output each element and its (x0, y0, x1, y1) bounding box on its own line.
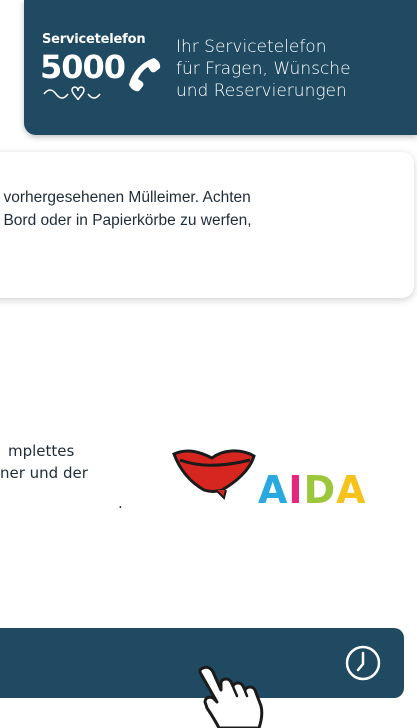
clock-icon[interactable] (343, 643, 383, 683)
info-text: mplettes ner und der . (0, 440, 160, 514)
service-phone-card[interactable]: Servicetelefon 5000 Ihr Servicetelefon f… (24, 0, 417, 135)
notice-card: r vorhergesehenen Mülleimer. Achten r Bo… (0, 152, 414, 298)
phone-icon (129, 58, 161, 92)
service-phone-label: Servicetelefon (42, 32, 146, 47)
service-line-3: und Reservierungen (176, 81, 347, 101)
service-phone-description: Ihr Servicetelefon für Fragen, Wünsche u… (176, 36, 406, 102)
notice-line-1: r vorhergesehenen Mülleimer. Achten (0, 189, 251, 206)
info-line-1: mplettes (8, 442, 75, 460)
heart-wave-icon (43, 86, 101, 101)
logo-letter-i: I (288, 468, 304, 512)
service-line-1: Ihr Servicetelefon (176, 37, 327, 57)
service-phone-number[interactable]: 5000 (40, 48, 126, 86)
notice-line-2: r Bord oder in Papierkörbe zu werfen, (0, 212, 252, 229)
logo-letter-a1: A (258, 468, 289, 512)
logo-letter-a2: A (336, 468, 367, 512)
aida-lips-logo (172, 449, 256, 500)
logo-letter-d: D (303, 468, 337, 512)
info-line-2: ner und der (0, 464, 88, 482)
pointer-hand-icon (198, 665, 264, 728)
info-line-3: . (118, 494, 123, 512)
aida-wordmark: AIDA (258, 468, 367, 512)
service-line-2: für Fragen, Wünsche (176, 59, 351, 79)
